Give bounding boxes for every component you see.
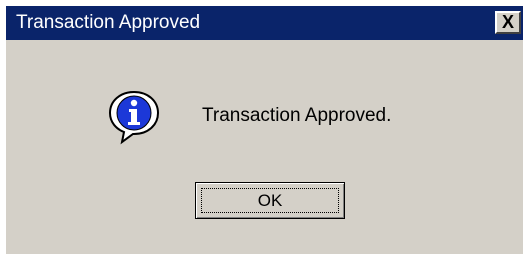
close-icon: X xyxy=(501,12,514,32)
close-button[interactable]: X xyxy=(495,11,521,34)
title-bar[interactable]: Transaction Approved X xyxy=(6,6,523,40)
dialog-message: Transaction Approved. xyxy=(202,105,392,126)
info-icon xyxy=(108,90,160,145)
ok-button[interactable]: OK xyxy=(195,182,345,219)
message-dialog: Transaction Approved X Transaction Appro… xyxy=(6,6,523,254)
window-title: Transaction Approved xyxy=(16,12,201,33)
ok-button-label: OK xyxy=(257,191,283,210)
